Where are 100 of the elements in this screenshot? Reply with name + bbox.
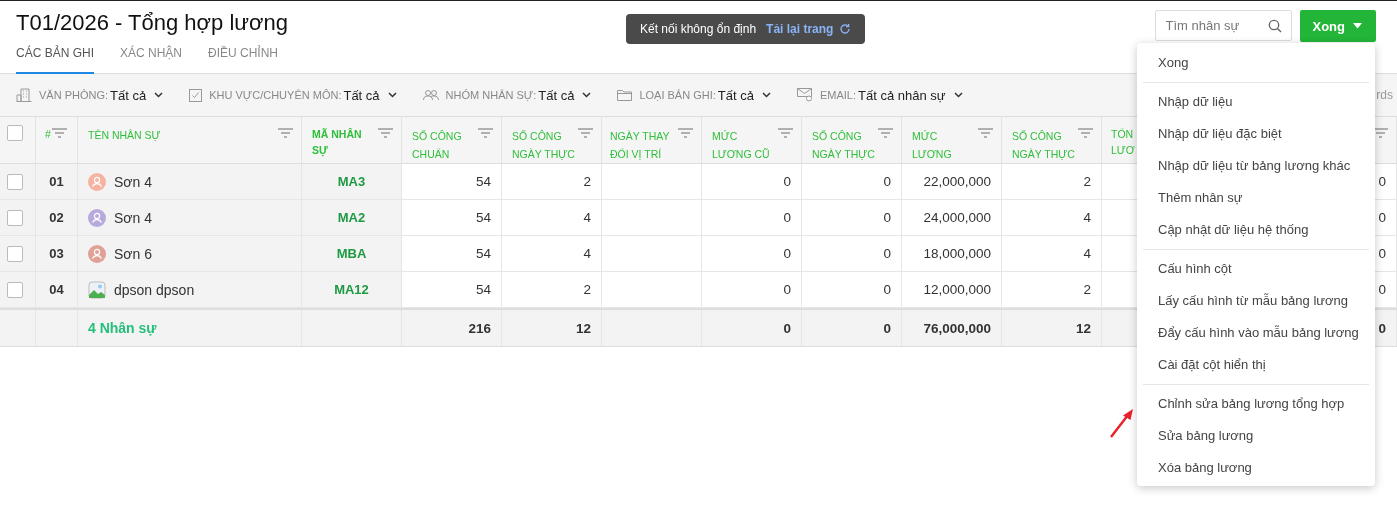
- menu-item[interactable]: Cài đặt cột hiển thị: [1137, 349, 1375, 381]
- filter-icon[interactable]: [278, 128, 293, 138]
- employee-name: Sơn 4: [114, 173, 152, 190]
- column-header: NGÀY THAY ĐỔI VỊ TRÍ: [610, 130, 670, 160]
- employee-name: dpson dpson: [114, 281, 195, 298]
- table-cell: 0: [1378, 210, 1386, 225]
- filter-icon[interactable]: [578, 128, 593, 138]
- total-cell: 12: [575, 320, 591, 336]
- filter-icon[interactable]: [51, 128, 67, 138]
- table-cell: 18,000,000: [923, 246, 991, 261]
- table-cell: 2: [583, 282, 591, 297]
- menu-item[interactable]: Nhập dữ liệu đặc biệt: [1137, 118, 1375, 150]
- envelope-icon: [796, 88, 813, 102]
- table-cell: 0: [883, 282, 891, 297]
- checkbox[interactable]: [7, 281, 23, 298]
- checkbox[interactable]: [7, 125, 23, 141]
- toast-message: Kết nối không ổn định: [640, 22, 757, 36]
- total-cell: 76,000,000: [923, 320, 991, 336]
- employee-code: MA2: [337, 210, 366, 225]
- table-cell: 0: [783, 210, 791, 225]
- filter-icon[interactable]: [678, 128, 693, 138]
- refresh-icon: [839, 23, 852, 35]
- table-cell: 2: [1083, 282, 1091, 297]
- menu-item[interactable]: Cấu hình cột: [1137, 253, 1375, 285]
- search-field[interactable]: Tìm nhân sự: [1154, 10, 1292, 41]
- column-header: SỐ CÔNG NGÀY THỰC: [1012, 130, 1075, 160]
- total-cell: 0: [883, 320, 891, 336]
- checkbox[interactable]: [7, 209, 23, 226]
- table-cell: 4: [1083, 246, 1091, 261]
- records-label: rds: [1376, 88, 1393, 102]
- chevron-icon: [582, 92, 592, 98]
- table-cell: 54: [475, 246, 491, 261]
- page-title: T01/2026 - Tổng hợp lương: [16, 10, 289, 36]
- employee-count: 4 Nhân sự: [88, 320, 157, 336]
- filter-dropdown[interactable]: VĂN PHÒNG:Tất cả: [16, 87, 164, 103]
- column-header: SỐ CÔNG CHUẨN: [412, 130, 462, 160]
- checkbox[interactable]: [7, 173, 23, 190]
- table-cell: 12,000,000: [923, 282, 991, 297]
- row-number: 04: [49, 282, 64, 297]
- column-header: #: [45, 127, 51, 142]
- table-cell: 0: [1378, 246, 1386, 261]
- filter-icon[interactable]: [378, 128, 393, 138]
- table-cell: 54: [475, 210, 491, 225]
- filter-icon[interactable]: [478, 128, 493, 138]
- chevron-icon: [761, 92, 771, 98]
- menu-item[interactable]: Xóa bảng lương: [1137, 452, 1375, 484]
- tab[interactable]: ĐIỀU CHỈNH: [208, 46, 279, 74]
- total-cell: 0: [783, 320, 791, 336]
- filter-dropdown[interactable]: EMAIL:Tất cả nhân sự: [796, 87, 963, 103]
- chevron-icon: [387, 92, 397, 98]
- menu-item[interactable]: Nhập dữ liệu: [1137, 86, 1375, 118]
- menu-item[interactable]: Lấy cấu hình từ mẫu bảng lương: [1137, 285, 1375, 317]
- row-number: 03: [49, 246, 64, 261]
- row-number: 02: [49, 210, 64, 225]
- reload-link[interactable]: Tải lại trang: [766, 22, 852, 36]
- chevron-icon: [154, 92, 164, 98]
- tab[interactable]: XÁC NHẬN: [120, 46, 183, 74]
- chevron-icon: [953, 92, 963, 98]
- checkbox-icon: [189, 88, 203, 102]
- table-cell: 0: [883, 174, 891, 189]
- column-header: MỨC LƯƠNG CŨ: [712, 130, 770, 160]
- table-cell: 54: [475, 174, 491, 189]
- column-header: MÃ NHÂN SỰ: [312, 128, 362, 156]
- table-cell: 4: [583, 210, 591, 225]
- filter-dropdown[interactable]: LOẠI BẢN GHI:Tất cả: [617, 87, 771, 103]
- table-cell: 0: [883, 246, 891, 261]
- table-cell: 0: [783, 282, 791, 297]
- filter-icon[interactable]: [778, 128, 793, 138]
- table-cell: 54: [475, 282, 491, 297]
- employee-code: MA12: [334, 282, 369, 297]
- menu-item[interactable]: Đẩy cấu hình vào mẫu bảng lương: [1137, 317, 1375, 349]
- table-cell: 0: [1378, 282, 1386, 297]
- column-header: MỨC LƯƠNG: [912, 130, 952, 160]
- menu-item[interactable]: Cập nhật dữ liệu hệ thống: [1137, 214, 1375, 246]
- filter-icon[interactable]: [878, 128, 893, 138]
- checkbox[interactable]: [7, 245, 23, 262]
- menu-item[interactable]: Thêm nhân sự: [1137, 182, 1375, 214]
- menu-item[interactable]: Chỉnh sửa bảng lương tổng hợp: [1137, 388, 1375, 420]
- employee-code: MA3: [337, 174, 366, 189]
- table-cell: 0: [783, 246, 791, 261]
- filter-icon[interactable]: [1373, 128, 1388, 138]
- caret-icon: [1353, 23, 1362, 29]
- menu-item[interactable]: Nhập dữ liệu từ bảng lương khác: [1137, 150, 1375, 182]
- menu-item[interactable]: Xong: [1137, 47, 1375, 79]
- table-cell: 2: [583, 174, 591, 189]
- search-icon: [1267, 19, 1282, 33]
- filter-icon[interactable]: [978, 128, 993, 138]
- filter-dropdown[interactable]: NHÓM NHÂN SỰ:Tất cả: [422, 87, 592, 103]
- table-cell: 0: [783, 174, 791, 189]
- people-icon: [422, 89, 439, 101]
- filter-icon[interactable]: [1078, 128, 1093, 138]
- column-header: SỐ CÔNG NGÀY THỰC: [512, 130, 575, 160]
- table-cell: 22,000,000: [923, 174, 991, 189]
- menu-item[interactable]: Sửa bảng lương: [1137, 420, 1375, 452]
- column-header: TÊN NHÂN SỰ: [88, 129, 161, 141]
- table-cell: 4: [1083, 210, 1091, 225]
- table-cell: 4: [583, 246, 591, 261]
- employee-name: Sơn 4: [114, 209, 152, 226]
- filter-dropdown[interactable]: KHU VỰC/CHUYÊN MÔN:Tất cả: [189, 87, 397, 103]
- table-cell: 0: [1378, 174, 1386, 189]
